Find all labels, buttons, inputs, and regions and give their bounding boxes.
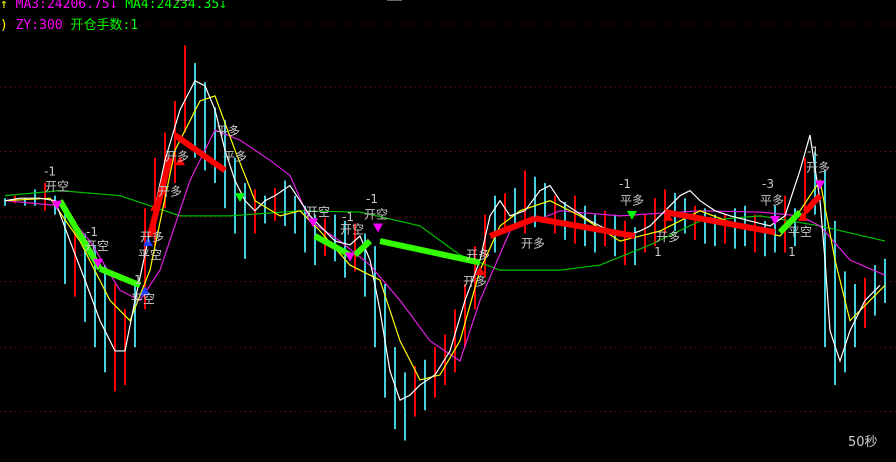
signal-label: -1	[807, 144, 819, 158]
signal-label: 1	[134, 273, 142, 287]
extreme-price-label: 24389	[132, 0, 173, 4]
signal-label: 开空	[85, 239, 109, 253]
signal-label: 平多	[620, 193, 644, 207]
signal-label: 平空	[788, 225, 812, 239]
signal-label: 平多	[760, 193, 784, 207]
signal-label: 开多	[140, 230, 164, 244]
signal-label: -1	[44, 164, 56, 178]
series-magenta	[4, 129, 886, 362]
signal-label: 开多	[165, 149, 189, 163]
extreme-price-label: 24076	[344, 0, 385, 4]
triangle-down-icon	[345, 252, 355, 262]
signal-label: 开多	[158, 185, 182, 199]
trade-segment-long	[802, 193, 823, 215]
signal-label: 开空	[45, 180, 69, 194]
price-chart[interactable]: -1开空-1开空1平空开多平空开多开多平多平多开空 -1开空-1开空开多开多开多-…	[0, 0, 896, 462]
signal-label: -1	[86, 225, 98, 239]
signal-label: -1	[619, 177, 631, 191]
signal-label: 开空	[340, 223, 364, 237]
signal-label: 开空	[364, 207, 388, 221]
signal-label: 平多	[223, 149, 247, 163]
signal-label: 开多	[521, 236, 545, 250]
signal-label: -3	[762, 177, 774, 191]
trade-segment-long	[488, 215, 537, 239]
signal-label: 平多	[216, 124, 240, 138]
signal-label: 平空	[131, 292, 155, 306]
signal-label: 1	[788, 245, 796, 259]
signal-label: 开多	[806, 161, 830, 175]
signal-label: 1	[654, 245, 662, 259]
signal-label: 平空	[138, 248, 162, 262]
signal-label: -1	[366, 192, 378, 206]
signal-label: 开多	[466, 248, 490, 262]
chart-window: ↑ MA3:24206.75↓ MA4:24234.35↓ ) ZY:300 开…	[0, 0, 896, 462]
triangle-down-icon	[373, 223, 383, 233]
signal-label: 开多	[463, 274, 487, 288]
signal-label: 开多	[656, 230, 680, 244]
signal-label: 开空	[306, 205, 330, 219]
series-price	[4, 79, 881, 401]
